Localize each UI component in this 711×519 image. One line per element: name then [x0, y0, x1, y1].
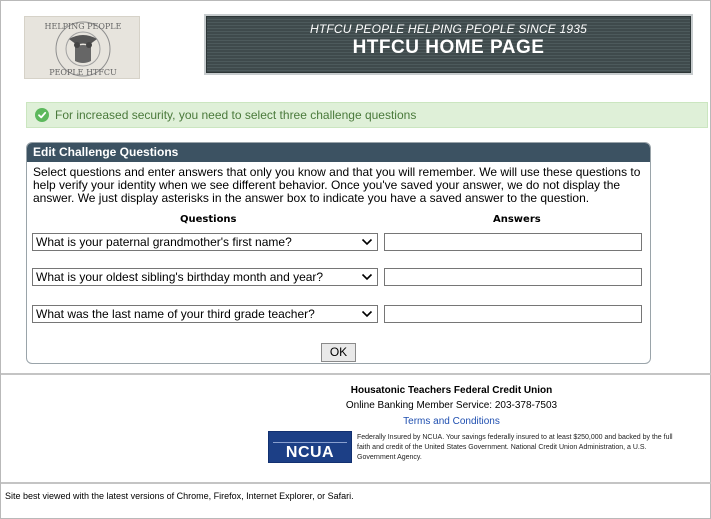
footer-divider [1, 373, 711, 375]
panel-instructions: Select questions and enter answers that … [33, 165, 641, 205]
ok-button[interactable]: OK [321, 343, 356, 362]
chevron-down-icon [361, 238, 373, 246]
page-frame: HELPING PEOPLE PEOPLE HTFCU HTFCU PEOPLE… [0, 0, 711, 519]
browser-support-note: Site best viewed with the latest version… [5, 491, 354, 501]
member-service-phone: Online Banking Member Service: 203-378-7… [345, 400, 558, 411]
ncua-label: NCUA [285, 444, 335, 461]
answer-input-2[interactable] [384, 268, 642, 286]
svg-text:HELPING PEOPLE: HELPING PEOPLE [45, 22, 122, 31]
htfcu-logo: HELPING PEOPLE PEOPLE HTFCU [24, 16, 140, 79]
check-circle-icon [35, 108, 49, 122]
questions-column-header: Questions [180, 214, 237, 225]
question-select-value: What was the last name of your third gra… [36, 307, 315, 321]
credit-union-name: Housatonic Teachers Federal Credit Union [350, 385, 553, 396]
question-select-3[interactable]: What was the last name of your third gra… [32, 305, 378, 323]
panel-title: Edit Challenge Questions [27, 143, 650, 162]
ncua-logo: NCUA [268, 431, 352, 463]
ncua-disclaimer: Federally Insured by NCUA. Your savings … [357, 434, 673, 461]
footer-divider-bottom [1, 482, 711, 484]
answer-input-3[interactable] [384, 305, 642, 323]
question-select-value: What is your oldest sibling's birthday m… [36, 270, 324, 284]
security-notice: For increased security, you need to sele… [26, 102, 708, 128]
question-select-2[interactable]: What is your oldest sibling's birthday m… [32, 268, 378, 286]
page-title: HTFCU HOME PAGE [352, 37, 545, 58]
chevron-down-icon [361, 310, 373, 318]
challenge-questions-panel: Edit Challenge Questions Select question… [26, 142, 651, 364]
svg-text:PEOPLE HTFCU: PEOPLE HTFCU [49, 68, 117, 77]
answers-column-header: Answers [493, 214, 541, 225]
question-select-value: What is your paternal grandmother's firs… [36, 235, 292, 249]
header-banner: HTFCU PEOPLE HELPING PEOPLE SINCE 1935 H… [206, 16, 691, 73]
header-tagline: HTFCU PEOPLE HELPING PEOPLE SINCE 1935 [309, 22, 588, 36]
question-select-1[interactable]: What is your paternal grandmother's firs… [32, 233, 378, 251]
notice-text: For increased security, you need to sele… [55, 108, 417, 122]
terms-link[interactable]: Terms and Conditions [1, 416, 711, 427]
answer-input-1[interactable] [384, 233, 642, 251]
chevron-down-icon [361, 273, 373, 281]
